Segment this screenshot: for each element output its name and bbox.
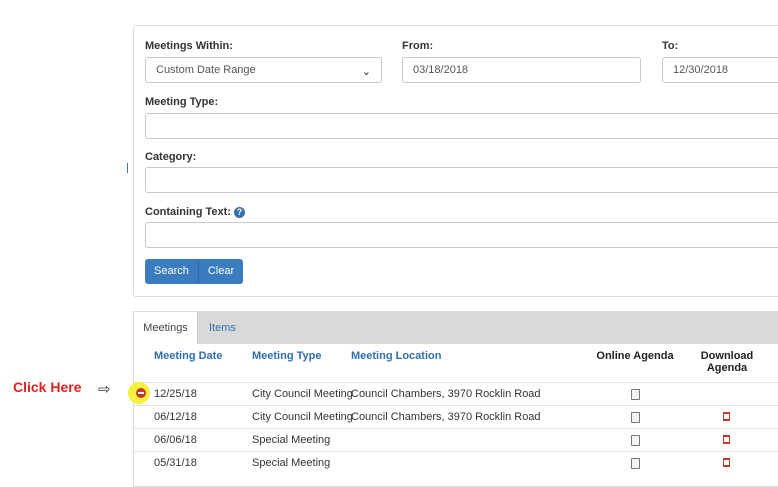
meeting-date-cell: 06/06/18 bbox=[154, 434, 197, 446]
online-agenda-icon[interactable] bbox=[631, 412, 640, 423]
meeting-location-cell: Council Chambers, 3970 Rocklin Road bbox=[351, 411, 541, 423]
header-meeting-location[interactable]: Meeting Location bbox=[351, 350, 441, 362]
pdf-download-icon[interactable] bbox=[723, 458, 730, 467]
table-row: 06/12/18 City Council Meeting Council Ch… bbox=[134, 405, 778, 429]
meeting-type-cell: Special Meeting bbox=[252, 434, 331, 446]
table-row: 06/06/18 Special Meeting bbox=[134, 428, 778, 452]
to-label: To: bbox=[662, 40, 679, 52]
arrow-right-icon: ⇨ bbox=[98, 381, 111, 398]
from-date-input[interactable]: 03/18/2018 bbox=[402, 57, 641, 83]
meetings-results-panel: Meetings Items Meeting Date Meeting Type… bbox=[133, 311, 778, 487]
pdf-download-icon[interactable] bbox=[723, 412, 730, 421]
meeting-type-cell: Special Meeting bbox=[252, 457, 331, 469]
header-meeting-type[interactable]: Meeting Type bbox=[252, 350, 321, 362]
containing-text-label: Containing Text:? bbox=[145, 206, 245, 218]
help-icon[interactable]: ? bbox=[233, 206, 245, 218]
online-agenda-icon[interactable] bbox=[631, 458, 640, 469]
header-online-agenda: Online Agenda bbox=[596, 350, 674, 362]
meeting-location-cell: Council Chambers, 3970 Rocklin Road bbox=[351, 388, 541, 400]
search-filter-panel: Meetings Within: Custom Date Range ⌄ Fro… bbox=[133, 25, 778, 297]
meeting-type-cell: City Council Meeting bbox=[252, 411, 353, 423]
clear-button[interactable]: Clear bbox=[197, 259, 244, 284]
meetings-within-value: Custom Date Range bbox=[156, 64, 256, 76]
meeting-type-input[interactable] bbox=[145, 113, 778, 139]
tab-meetings[interactable]: Meetings bbox=[134, 312, 198, 344]
header-download-agenda: Download Agenda bbox=[700, 350, 754, 374]
meeting-date-cell: 06/12/18 bbox=[154, 411, 197, 423]
online-agenda-icon[interactable] bbox=[631, 435, 640, 446]
containing-text-input[interactable] bbox=[145, 222, 778, 248]
table-row: 05/31/18 Special Meeting bbox=[134, 451, 778, 475]
meetings-within-select[interactable]: Custom Date Range ⌄ bbox=[145, 57, 382, 83]
header-meeting-date[interactable]: Meeting Date bbox=[154, 350, 222, 362]
containing-text-label-text: Containing Text: bbox=[145, 206, 231, 218]
click-here-annotation: Click Here bbox=[13, 379, 82, 395]
meeting-type-label: Meeting Type: bbox=[145, 96, 219, 108]
to-date-input[interactable]: 12/30/2018 bbox=[662, 57, 778, 83]
search-button-group: Search Clear bbox=[145, 259, 244, 284]
left-edge-marker bbox=[127, 163, 128, 173]
meeting-date-cell: 12/25/18 bbox=[154, 388, 197, 400]
tab-items[interactable]: Items bbox=[209, 312, 236, 344]
from-label: From: bbox=[402, 40, 434, 52]
chevron-down-icon: ⌄ bbox=[361, 66, 371, 78]
results-tab-bar: Meetings Items bbox=[134, 312, 778, 344]
pdf-download-icon[interactable] bbox=[723, 435, 730, 444]
expand-row-icon[interactable] bbox=[136, 388, 146, 398]
meeting-date-cell: 05/31/18 bbox=[154, 457, 197, 469]
category-label: Category: bbox=[145, 151, 197, 163]
search-button[interactable]: Search bbox=[145, 259, 198, 284]
online-agenda-icon[interactable] bbox=[631, 389, 640, 400]
meetings-within-label: Meetings Within: bbox=[145, 40, 233, 52]
meeting-type-cell: City Council Meeting bbox=[252, 388, 353, 400]
table-row: 12/25/18 City Council Meeting Council Ch… bbox=[134, 382, 778, 406]
category-input[interactable] bbox=[145, 167, 778, 193]
